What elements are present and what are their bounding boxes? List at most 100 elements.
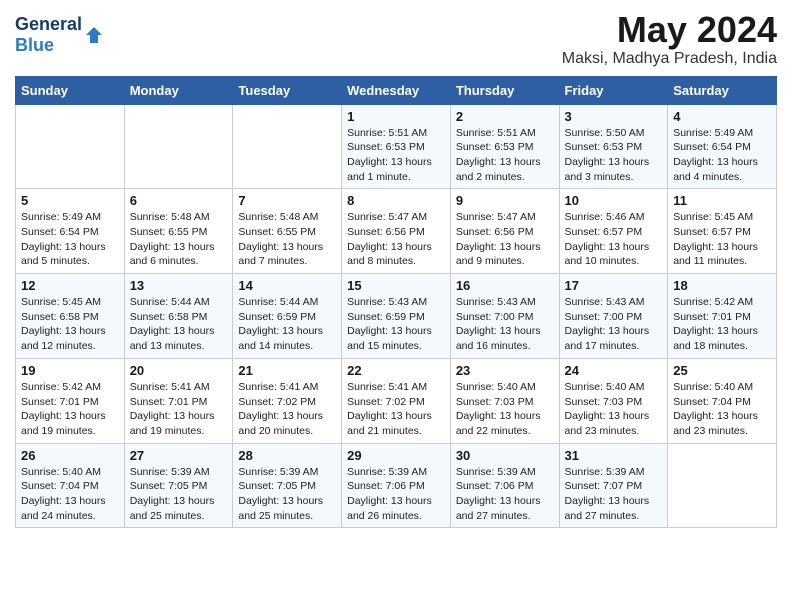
- day-number: 29: [347, 448, 445, 463]
- table-row: 30Sunrise: 5:39 AM Sunset: 7:06 PM Dayli…: [450, 443, 559, 528]
- day-number: 22: [347, 363, 445, 378]
- table-row: 10Sunrise: 5:46 AM Sunset: 6:57 PM Dayli…: [559, 189, 668, 274]
- day-info: Sunrise: 5:43 AM Sunset: 7:00 PM Dayligh…: [456, 295, 554, 354]
- day-number: 4: [673, 109, 771, 124]
- table-row: 19 Sunrise: 5:42 AM Sunset: 7:01 PM Dayli…: [16, 358, 125, 443]
- table-row: 27 Sunrise: 5:39 AM Sunset: 7:05 PM Dayli…: [124, 443, 233, 528]
- table-row: 23 Sunrise: 5:40 AM Sunset: 7:03 PM Dayli…: [450, 358, 559, 443]
- table-row: 29 Sunrise: 5:39 AM Sunset: 7:06 PM Dayli…: [342, 443, 451, 528]
- table-row: 22 Sunrise: 5:41 AM Sunset: 7:02 PM Dayli…: [342, 358, 451, 443]
- day-info: Sunrise: 5:40 AM Sunset: 7:03 PM Dayligh…: [456, 380, 554, 439]
- day-number: 3: [565, 109, 663, 124]
- title-area: May 2024 Maksi, Madhya Pradesh, India: [562, 10, 777, 68]
- table-row: [124, 104, 233, 189]
- table-row: 9Sunrise: 5:47 AM Sunset: 6:56 PM Daylig…: [450, 189, 559, 274]
- day-info: Sunrise: 5:41 AM Sunset: 7:02 PM Dayligh…: [347, 380, 445, 439]
- table-row: 13 Sunrise: 5:44 AM Sunset: 6:58 PM Dayli…: [124, 274, 233, 359]
- day-info: Sunrise: 5:40 AM Sunset: 7:04 PM Dayligh…: [673, 380, 771, 439]
- day-number: 23: [456, 363, 554, 378]
- table-row: 12 Sunrise: 5:45 AM Sunset: 6:58 PM Dayli…: [16, 274, 125, 359]
- header-tuesday: Tuesday: [233, 76, 342, 104]
- table-row: 15 Sunrise: 5:43 AM Sunset: 6:59 PM Dayli…: [342, 274, 451, 359]
- day-number: 14: [238, 278, 336, 293]
- day-number: 19: [21, 363, 119, 378]
- table-row: 1 Sunrise: 5:51 AM Sunset: 6:53 PM Daylig…: [342, 104, 451, 189]
- day-info: Sunrise: 5:49 AM Sunset: 6:54 PM Dayligh…: [673, 126, 771, 185]
- table-row: 21Sunrise: 5:41 AM Sunset: 7:02 PM Dayli…: [233, 358, 342, 443]
- header-sunday: Sunday: [16, 76, 125, 104]
- day-info: Sunrise: 5:42 AM Sunset: 7:01 PM Dayligh…: [21, 380, 119, 439]
- day-number: 8: [347, 193, 445, 208]
- day-info: Sunrise: 5:39 AM Sunset: 7:06 PM Dayligh…: [347, 465, 445, 524]
- day-number: 21: [238, 363, 336, 378]
- header-friday: Friday: [559, 76, 668, 104]
- day-number: 31: [565, 448, 663, 463]
- day-number: 1: [347, 109, 445, 124]
- day-info: Sunrise: 5:39 AM Sunset: 7:05 PM Dayligh…: [238, 465, 336, 524]
- day-info: Sunrise: 5:39 AM Sunset: 7:06 PM Dayligh…: [456, 465, 554, 524]
- table-row: [233, 104, 342, 189]
- day-info: Sunrise: 5:49 AM Sunset: 6:54 PM Dayligh…: [21, 210, 119, 269]
- day-info: Sunrise: 5:43 AM Sunset: 6:59 PM Dayligh…: [347, 295, 445, 354]
- header-thursday: Thursday: [450, 76, 559, 104]
- day-number: 15: [347, 278, 445, 293]
- logo-text: General Blue: [15, 14, 82, 56]
- table-row: 26 Sunrise: 5:40 AM Sunset: 7:04 PM Dayli…: [16, 443, 125, 528]
- table-row: 24 Sunrise: 5:40 AM Sunset: 7:03 PM Dayli…: [559, 358, 668, 443]
- calendar-week-row: 1 Sunrise: 5:51 AM Sunset: 6:53 PM Daylig…: [16, 104, 777, 189]
- calendar-week-row: 19 Sunrise: 5:42 AM Sunset: 7:01 PM Dayli…: [16, 358, 777, 443]
- day-info: Sunrise: 5:50 AM Sunset: 6:53 PM Dayligh…: [565, 126, 663, 185]
- header-wednesday: Wednesday: [342, 76, 451, 104]
- day-info: Sunrise: 5:48 AM Sunset: 6:55 PM Dayligh…: [130, 210, 228, 269]
- table-row: 28 Sunrise: 5:39 AM Sunset: 7:05 PM Dayli…: [233, 443, 342, 528]
- day-number: 28: [238, 448, 336, 463]
- day-number: 13: [130, 278, 228, 293]
- day-info: Sunrise: 5:41 AM Sunset: 7:01 PM Dayligh…: [130, 380, 228, 439]
- day-info: Sunrise: 5:39 AM Sunset: 7:05 PM Dayligh…: [130, 465, 228, 524]
- header-saturday: Saturday: [668, 76, 777, 104]
- day-number: 12: [21, 278, 119, 293]
- table-row: 5Sunrise: 5:49 AM Sunset: 6:54 PM Daylig…: [16, 189, 125, 274]
- logo: General Blue: [15, 14, 104, 56]
- day-info: Sunrise: 5:42 AM Sunset: 7:01 PM Dayligh…: [673, 295, 771, 354]
- table-row: 4 Sunrise: 5:49 AM Sunset: 6:54 PM Daylig…: [668, 104, 777, 189]
- month-year-title: May 2024: [562, 10, 777, 50]
- day-number: 26: [21, 448, 119, 463]
- logo-icon: [84, 25, 104, 45]
- day-number: 2: [456, 109, 554, 124]
- day-number: 9: [456, 193, 554, 208]
- day-number: 17: [565, 278, 663, 293]
- day-info: Sunrise: 5:45 AM Sunset: 6:58 PM Dayligh…: [21, 295, 119, 354]
- day-info: Sunrise: 5:44 AM Sunset: 6:58 PM Dayligh…: [130, 295, 228, 354]
- day-info: Sunrise: 5:40 AM Sunset: 7:04 PM Dayligh…: [21, 465, 119, 524]
- table-row: [668, 443, 777, 528]
- logo-general: General: [15, 14, 82, 34]
- day-number: 27: [130, 448, 228, 463]
- table-row: 7Sunrise: 5:48 AM Sunset: 6:55 PM Daylig…: [233, 189, 342, 274]
- day-info: Sunrise: 5:48 AM Sunset: 6:55 PM Dayligh…: [238, 210, 336, 269]
- table-row: 20 Sunrise: 5:41 AM Sunset: 7:01 PM Dayli…: [124, 358, 233, 443]
- day-number: 11: [673, 193, 771, 208]
- day-info: Sunrise: 5:51 AM Sunset: 6:53 PM Dayligh…: [456, 126, 554, 185]
- day-number: 16: [456, 278, 554, 293]
- table-row: 14 Sunrise: 5:44 AM Sunset: 6:59 PM Dayli…: [233, 274, 342, 359]
- table-row: 11 Sunrise: 5:45 AM Sunset: 6:57 PM Dayli…: [668, 189, 777, 274]
- calendar-week-row: 5Sunrise: 5:49 AM Sunset: 6:54 PM Daylig…: [16, 189, 777, 274]
- day-number: 25: [673, 363, 771, 378]
- table-row: 31Sunrise: 5:39 AM Sunset: 7:07 PM Dayli…: [559, 443, 668, 528]
- table-row: 2 Sunrise: 5:51 AM Sunset: 6:53 PM Daylig…: [450, 104, 559, 189]
- calendar-table: Sunday Monday Tuesday Wednesday Thursday…: [15, 76, 777, 529]
- day-info: Sunrise: 5:40 AM Sunset: 7:03 PM Dayligh…: [565, 380, 663, 439]
- table-row: 8 Sunrise: 5:47 AM Sunset: 6:56 PM Daylig…: [342, 189, 451, 274]
- day-number: 20: [130, 363, 228, 378]
- day-info: Sunrise: 5:51 AM Sunset: 6:53 PM Dayligh…: [347, 126, 445, 185]
- day-info: Sunrise: 5:47 AM Sunset: 6:56 PM Dayligh…: [347, 210, 445, 269]
- calendar-week-row: 12 Sunrise: 5:45 AM Sunset: 6:58 PM Dayli…: [16, 274, 777, 359]
- table-row: 6Sunrise: 5:48 AM Sunset: 6:55 PM Daylig…: [124, 189, 233, 274]
- day-info: Sunrise: 5:45 AM Sunset: 6:57 PM Dayligh…: [673, 210, 771, 269]
- table-row: 18Sunrise: 5:42 AM Sunset: 7:01 PM Dayli…: [668, 274, 777, 359]
- header-monday: Monday: [124, 76, 233, 104]
- day-number: 24: [565, 363, 663, 378]
- day-info: Sunrise: 5:44 AM Sunset: 6:59 PM Dayligh…: [238, 295, 336, 354]
- weekday-header-row: Sunday Monday Tuesday Wednesday Thursday…: [16, 76, 777, 104]
